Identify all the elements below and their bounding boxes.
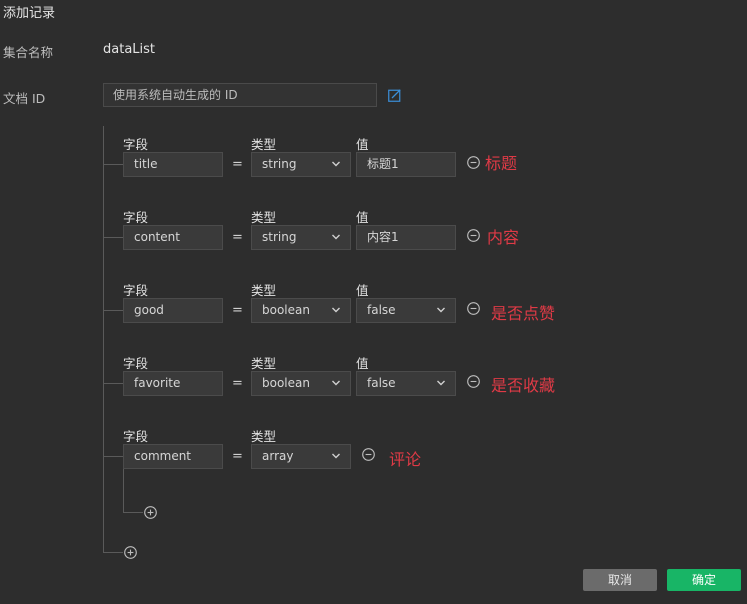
field-input[interactable]: good	[123, 298, 223, 323]
field-input[interactable]: favorite	[123, 371, 223, 396]
type-select[interactable]: string	[251, 152, 351, 177]
field-header: 字段	[123, 356, 149, 371]
chevron-down-icon	[437, 307, 445, 313]
chevron-down-icon	[332, 234, 340, 240]
field-header: 字段	[123, 429, 149, 444]
chevron-down-icon	[437, 380, 445, 386]
confirm-button[interactable]: 确定	[667, 569, 741, 591]
field-input[interactable]: comment	[123, 444, 223, 469]
type-select-value: string	[262, 230, 297, 244]
equals-sign: =	[232, 157, 243, 172]
add-field-icon[interactable]	[124, 546, 137, 559]
add-array-item-icon[interactable]	[144, 506, 157, 519]
tree-branch	[103, 237, 123, 238]
field-header: 字段	[123, 210, 149, 225]
value-input[interactable]: 内容1	[356, 225, 456, 250]
type-select-value: string	[262, 157, 297, 171]
tree-branch	[103, 310, 123, 311]
doc-id-input[interactable]: 使用系统自动生成的 ID	[103, 83, 377, 107]
tree-branch	[103, 383, 123, 384]
equals-sign: =	[232, 230, 243, 245]
tree-line-nested	[123, 469, 124, 513]
equals-sign: =	[232, 303, 243, 318]
tree-branch	[103, 552, 123, 553]
type-header: 类型	[251, 283, 277, 298]
value-select-value: false	[367, 376, 396, 390]
chevron-down-icon	[332, 307, 340, 313]
type-header: 类型	[251, 210, 277, 225]
tree-branch	[103, 164, 123, 165]
tree-branch	[103, 456, 123, 457]
value-header: 值	[356, 210, 369, 225]
chevron-down-icon	[332, 161, 340, 167]
value-select[interactable]: false	[356, 371, 456, 396]
remove-field-icon[interactable]	[467, 302, 480, 315]
remove-field-icon[interactable]	[467, 229, 480, 242]
type-select[interactable]: boolean	[251, 298, 351, 323]
field-header: 字段	[123, 283, 149, 298]
collection-label: 集合名称	[3, 45, 54, 60]
value-select[interactable]: false	[356, 298, 456, 323]
value-input[interactable]: 标题1	[356, 152, 456, 177]
type-select-value: boolean	[262, 303, 310, 317]
type-select-value: boolean	[262, 376, 310, 390]
equals-sign: =	[232, 449, 243, 464]
field-input[interactable]: content	[123, 225, 223, 250]
doc-id-label: 文档 ID	[3, 91, 46, 106]
equals-sign: =	[232, 376, 243, 391]
value-header: 值	[356, 137, 369, 152]
chevron-down-icon	[332, 380, 340, 386]
annotation-note: 评论	[389, 450, 422, 469]
remove-field-icon[interactable]	[467, 375, 480, 388]
cancel-button[interactable]: 取消	[583, 569, 657, 591]
type-header: 类型	[251, 429, 277, 444]
field-header: 字段	[123, 137, 149, 152]
tree-branch	[123, 512, 143, 513]
type-header: 类型	[251, 137, 277, 152]
dialog-title: 添加记录	[3, 6, 56, 21]
type-select[interactable]: boolean	[251, 371, 351, 396]
annotation-note: 标题	[485, 154, 518, 173]
annotation-note: 是否收藏	[491, 376, 556, 395]
tree-line-main	[103, 126, 104, 552]
collection-name: dataList	[103, 42, 156, 57]
type-select[interactable]: string	[251, 225, 351, 250]
annotation-note: 是否点赞	[491, 304, 556, 323]
value-header: 值	[356, 356, 369, 371]
chevron-down-icon	[332, 453, 340, 459]
value-header: 值	[356, 283, 369, 298]
edit-icon[interactable]	[388, 89, 401, 102]
remove-field-icon[interactable]	[467, 156, 480, 169]
annotation-note: 内容	[487, 228, 520, 247]
type-header: 类型	[251, 356, 277, 371]
value-select-value: false	[367, 303, 396, 317]
type-select-value: array	[262, 449, 294, 463]
remove-field-icon[interactable]	[362, 448, 375, 461]
field-input[interactable]: title	[123, 152, 223, 177]
type-select[interactable]: array	[251, 444, 351, 469]
